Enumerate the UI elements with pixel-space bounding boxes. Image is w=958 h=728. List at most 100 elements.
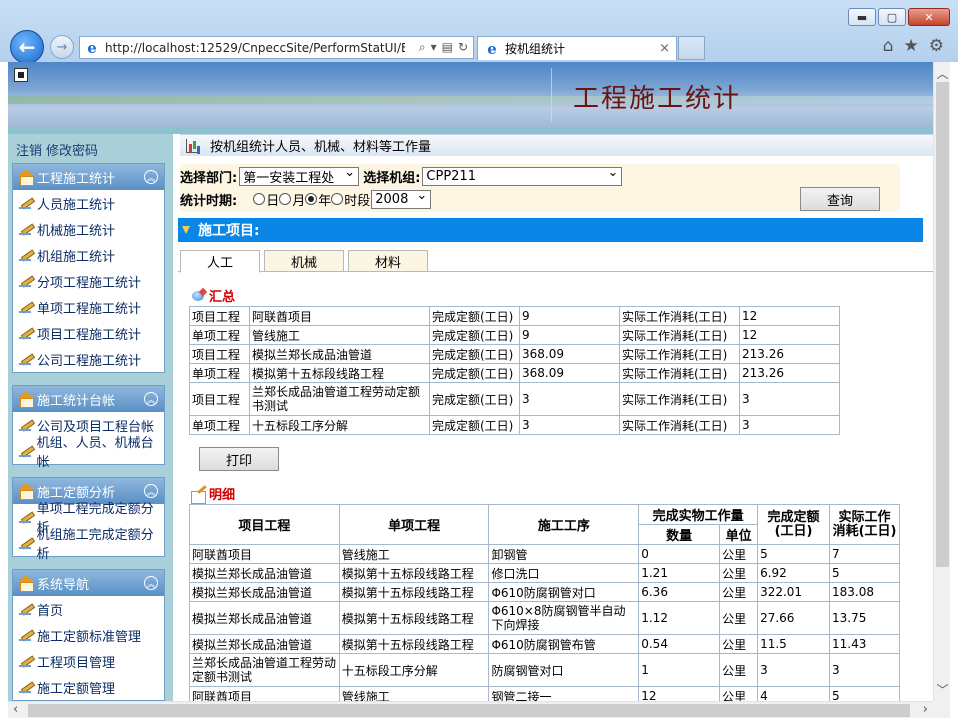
cell: 12 <box>739 306 840 326</box>
detail-table: 项目工程 单项工程 施工工序 完成实物工作量 完成定额(工日) 实际工作消耗(工… <box>189 504 900 701</box>
ie-page-icon: e <box>87 38 97 57</box>
sidebar-item[interactable]: 工程项目管理 <box>13 648 164 674</box>
scroll-right-icon[interactable]: › <box>923 702 928 717</box>
sidebar-item[interactable]: 人员施工统计 <box>13 190 164 216</box>
back-button[interactable]: ← <box>10 30 44 64</box>
tab-machinery[interactable]: 机械 <box>264 250 344 272</box>
cell: 模拟兰郑长成品油管道 <box>189 601 340 635</box>
sidebar-item[interactable]: 公司工程施工统计 <box>13 346 164 372</box>
page-menu-icon[interactable] <box>14 68 28 82</box>
minimize-button[interactable]: ▬ <box>848 8 876 26</box>
banner-divider <box>551 68 552 122</box>
sidebar-item[interactable]: 机组、人员、机械台帐 <box>13 436 164 470</box>
cell: 管线施工 <box>338 544 490 564</box>
change-password-link[interactable]: 修改密码 <box>46 144 98 159</box>
address-text[interactable]: http://localhost:12529/CnpeccSite/Perfor… <box>105 41 405 55</box>
dept-select[interactable]: 第一安装工程处 <box>239 165 360 186</box>
sidebar-item[interactable]: 机组施工完成定额分析 <box>13 528 164 562</box>
panel-header[interactable]: 施工统计台帐 ︽ <box>13 386 164 412</box>
sidebar-item[interactable]: 分项工程施工统计 <box>13 268 164 294</box>
vertical-scroll-thumb[interactable] <box>936 82 949 567</box>
search-icon[interactable]: ⌕ <box>419 40 426 55</box>
vertical-scrollbar[interactable]: ︿ ﹀ <box>933 62 950 701</box>
cell: 3 <box>519 415 620 435</box>
sidebar-item[interactable]: 机械施工统计 <box>13 216 164 242</box>
scroll-up-icon[interactable]: ︿ <box>934 65 951 82</box>
cell: 钢管二接一 <box>488 686 640 701</box>
sidebar-item[interactable]: 施工定额标准管理 <box>13 622 164 648</box>
dropdown-icon[interactable]: ▾ <box>431 40 437 55</box>
tab-labor[interactable]: 人工 <box>180 250 260 273</box>
pencil-icon <box>19 680 35 694</box>
cell: 27.66 <box>757 601 831 635</box>
period-radio-range[interactable]: 时段 <box>331 190 370 209</box>
scroll-left-icon[interactable]: ‹ <box>13 702 18 717</box>
collapse-icon[interactable]: ︽ <box>144 392 158 406</box>
sidebar-item[interactable]: 首页 <box>13 596 164 622</box>
cell: 6.92 <box>757 563 831 583</box>
cell: 3 <box>829 653 900 687</box>
cell: 368.09 <box>519 363 620 383</box>
dept-label: 选择部门: <box>180 171 238 186</box>
sidebar-panel-construction-stats: 工程施工统计 ︽ 人员施工统计 机械施工统计 机组施工统计 分项工程施工统计 单… <box>12 163 165 373</box>
print-button[interactable]: 打印 <box>199 447 279 471</box>
column-header: 项目工程 <box>189 504 340 545</box>
close-window-button[interactable]: ✕ <box>908 8 950 26</box>
detail-label: 明细 <box>190 484 235 504</box>
collapse-icon[interactable]: ︽ <box>144 170 158 184</box>
maximize-button[interactable]: ▢ <box>878 8 906 26</box>
query-button[interactable]: 查询 <box>800 187 880 211</box>
tab-close-icon[interactable]: × <box>659 41 670 56</box>
refresh-icon[interactable]: ↻ <box>458 40 468 55</box>
new-tab-button[interactable] <box>678 36 705 60</box>
detail-icon <box>190 487 208 504</box>
cell: 5 <box>829 563 900 583</box>
logout-link[interactable]: 注销 <box>16 144 42 159</box>
cell: 模拟兰郑长成品油管道 <box>249 344 430 364</box>
pencil-icon <box>19 628 35 642</box>
sidebar-item[interactable]: 施工定额管理 <box>13 674 164 700</box>
sidebar-item-label: 公司工程施工统计 <box>37 353 142 369</box>
sidebar-item[interactable]: 项目工程施工统计 <box>13 320 164 346</box>
gear-icon[interactable]: ⚙ <box>929 36 944 56</box>
cell: 单项工程 <box>189 363 250 383</box>
forward-button[interactable]: → <box>50 35 74 59</box>
period-radio-year[interactable]: 年 <box>305 190 331 209</box>
collapse-icon[interactable]: ︽ <box>144 576 158 590</box>
browser-tab[interactable]: e 按机组统计 × <box>477 36 677 60</box>
period-radio-day[interactable]: 日 <box>253 190 279 209</box>
radio-label: 日 <box>266 194 280 209</box>
page-viewport: 工程施工统计 注销 修改密码 工程施工统计 ︽ 人员施工统计 机械施工统计 机组施… <box>8 62 933 701</box>
house-icon <box>17 483 35 500</box>
cell: 模拟第十五标段线路工程 <box>338 582 490 602</box>
period-radio-month[interactable]: 月 <box>279 190 305 209</box>
column-header: 单位 <box>719 524 759 545</box>
unit-select[interactable]: CPP211 <box>422 165 623 186</box>
address-bar[interactable]: e http://localhost:12529/CnpeccSite/Perf… <box>79 36 474 59</box>
column-header: 实际工作消耗(工日) <box>829 504 900 545</box>
cell: 修口洗口 <box>488 563 640 583</box>
radio-label: 时段 <box>344 194 371 209</box>
pencil-icon <box>19 196 35 210</box>
panel-header[interactable]: 工程施工统计 ︽ <box>13 164 164 190</box>
home-icon[interactable]: ⌂ <box>883 36 894 56</box>
panel-header[interactable]: 系统导航 ︽ <box>13 570 164 596</box>
sidebar-item[interactable]: 机组施工统计 <box>13 242 164 268</box>
panel-title: 系统导航 <box>37 577 90 593</box>
cell: 公里 <box>719 563 759 583</box>
collapse-icon[interactable]: ︽ <box>144 484 158 498</box>
cell: 0.54 <box>638 634 721 654</box>
horizontal-scroll-thumb[interactable] <box>28 704 910 717</box>
pencil-icon <box>19 510 35 524</box>
compat-view-icon[interactable]: ▤ <box>442 40 453 55</box>
favorites-star-icon[interactable]: ★ <box>904 36 919 56</box>
table-row: 单项工程 模拟第十五标段线路工程 完成定额(工日) 368.09 实际工作消耗(工日) 2… <box>189 363 840 383</box>
year-select[interactable]: 2008 <box>371 188 432 209</box>
scroll-down-icon[interactable]: ﹀ <box>934 681 951 698</box>
tab-materials[interactable]: 材料 <box>348 250 428 272</box>
cell: 11.5 <box>757 634 831 654</box>
summary-icon <box>190 289 208 305</box>
horizontal-scrollbar[interactable]: ‹ › <box>8 701 933 718</box>
sidebar-item-label: 机组施工完成定额分析 <box>36 528 154 562</box>
sidebar-item[interactable]: 单项工程施工统计 <box>13 294 164 320</box>
